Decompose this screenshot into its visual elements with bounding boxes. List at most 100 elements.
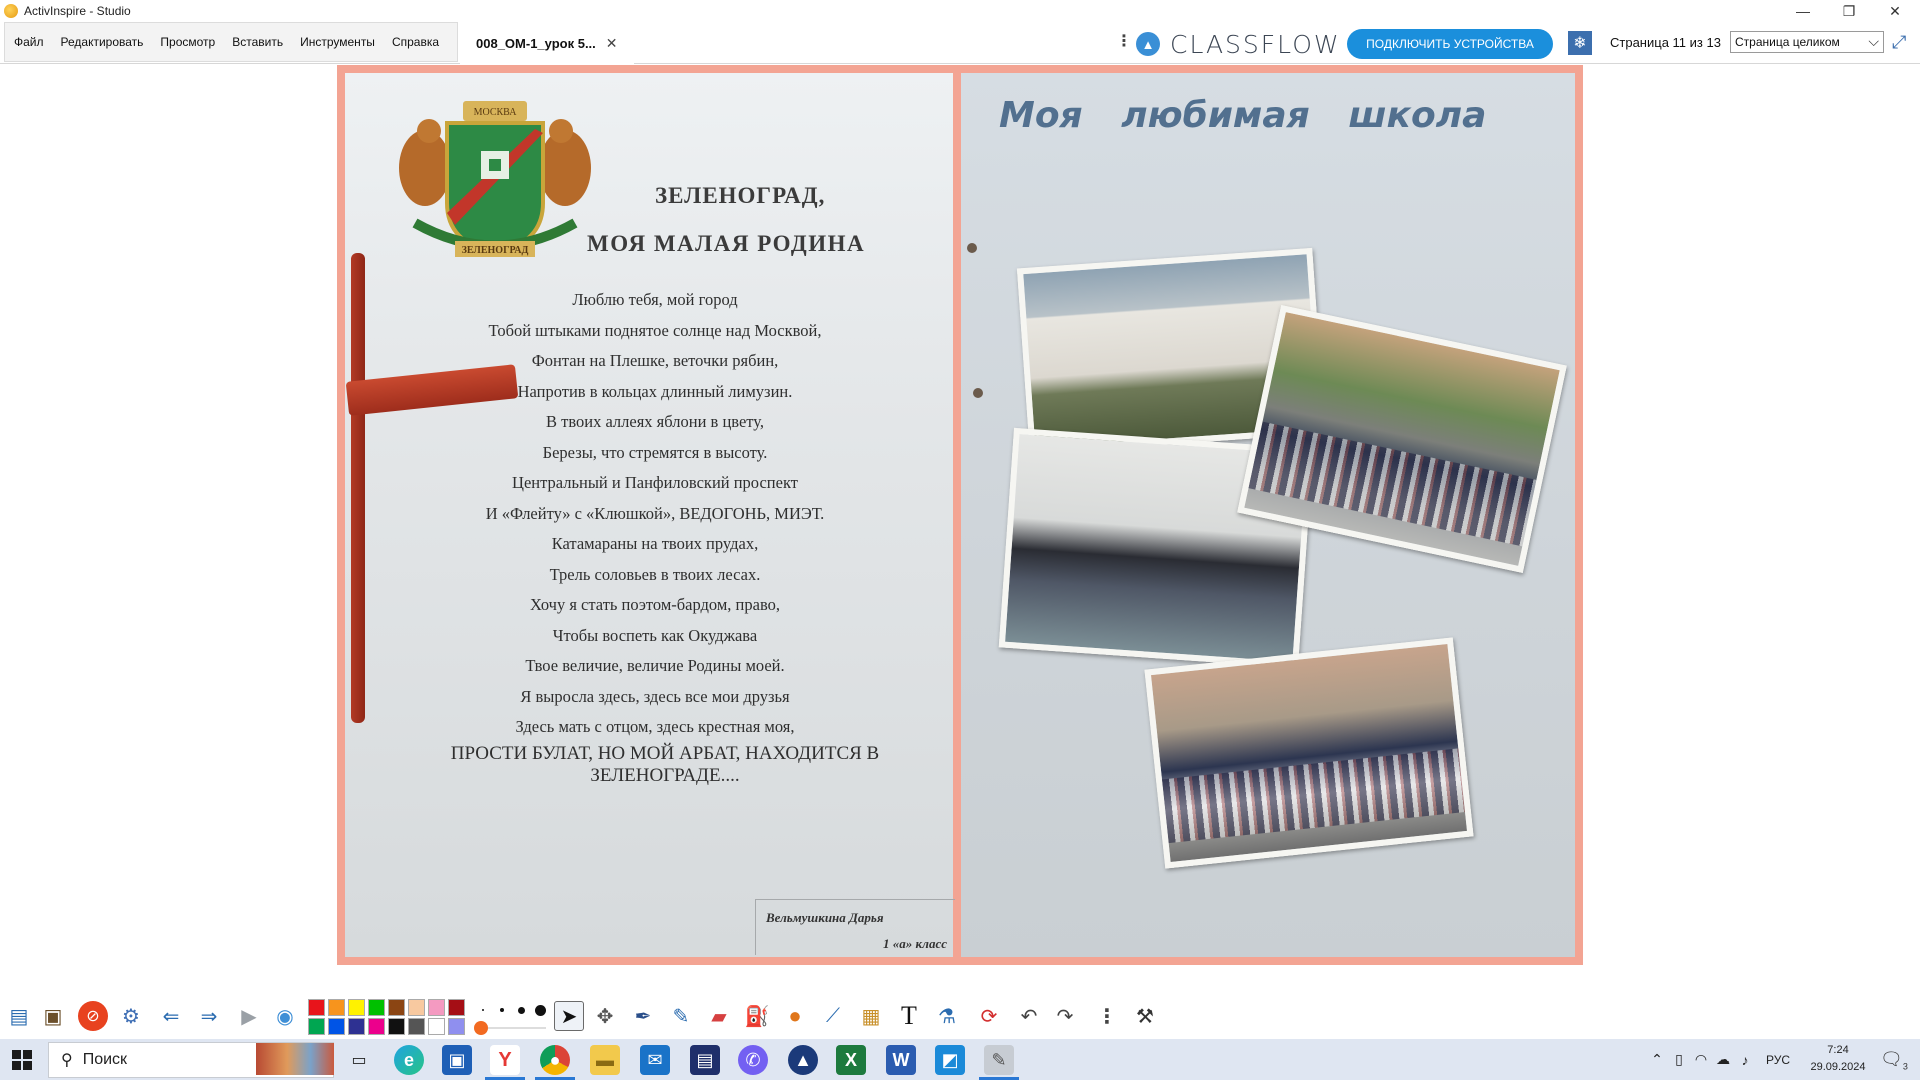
zoom-select[interactable]: Страница целиком ⌵ [1730,31,1884,53]
color-swatch[interactable] [368,999,385,1016]
browsers-icon[interactable]: ▣ [38,1001,68,1031]
device-icon[interactable]: ▯ [1668,1051,1690,1068]
reset-page-icon[interactable]: ⟳ [974,1001,1004,1031]
color-swatch[interactable] [448,999,465,1016]
restore-button[interactable]: ❐ [1826,0,1872,22]
search-highlight-image [256,1043,334,1075]
fill-icon[interactable]: ⛽ [742,1001,772,1031]
resource-library-icon[interactable]: ▦ [856,1001,886,1031]
connect-devices-button[interactable]: ПОДКЛЮЧИТЬ УСТРОЙСТВА [1347,29,1553,59]
color-swatch[interactable] [308,999,325,1016]
undo-icon[interactable]: ↶ [1014,1001,1044,1031]
color-swatch[interactable] [428,1018,445,1035]
menu-insert[interactable]: Вставить [223,22,291,62]
fullscreen-icon[interactable]: ⤢ [1892,32,1906,53]
activinspire-taskbar-icon[interactable]: ✎ [984,1045,1014,1075]
poem-line: Трель соловьев в твоих лесах. [549,564,761,584]
color-swatch[interactable] [328,1018,345,1035]
color-swatch[interactable] [308,1018,325,1035]
text-tool-icon[interactable]: T [894,1001,924,1031]
photos-app-icon[interactable]: ◩ [935,1045,965,1075]
snowflake-icon[interactable]: ❄ [1568,31,1592,55]
color-swatch[interactable] [428,999,445,1016]
task-view-icon[interactable]: ▭ [344,1045,374,1075]
viber-icon[interactable]: ✆ [738,1045,768,1075]
color-swatch[interactable] [408,1018,425,1035]
language-indicator[interactable]: РУС [1766,1053,1790,1067]
color-swatch[interactable] [388,1018,405,1035]
more-tools-icon[interactable]: ⋮ [1092,1001,1122,1031]
menu-tools[interactable]: Инструменты [291,22,383,62]
toolbox-settings-icon[interactable]: ⚒ [1130,1001,1160,1031]
more-options-icon[interactable]: ⋮ [1116,34,1132,50]
minimize-button[interactable]: — [1780,0,1826,22]
slide-bottom-margin [337,965,1583,995]
marquee-handles-icon[interactable]: ✥ [590,1001,620,1031]
connector-icon[interactable]: ⟋ [818,1001,848,1031]
close-tab-icon[interactable]: ✕ [606,35,618,52]
speaker-icon[interactable]: ♪ [1734,1052,1756,1068]
play-icon[interactable]: ▶ [234,1001,264,1031]
notifications-icon[interactable]: 🗨3 [1880,1049,1908,1072]
edge-browser-icon[interactable]: e [394,1045,424,1075]
color-swatch[interactable] [328,999,345,1016]
clear-icon[interactable]: ⚗ [932,1001,962,1031]
calendar-app-icon[interactable]: ▤ [690,1045,720,1075]
search-icon: ⚲ [61,1052,73,1069]
color-swatch[interactable] [448,1018,465,1035]
yandex-browser-icon[interactable]: Y [490,1045,520,1075]
microsoft-store-icon[interactable]: ▣ [442,1045,472,1075]
pen-width-option[interactable] [482,1009,484,1011]
excel-icon[interactable]: X [836,1045,866,1075]
highlighter-icon[interactable]: ✎ [666,1001,696,1031]
pen-icon[interactable]: ✒ [628,1001,658,1031]
chrome-icon[interactable]: ● [540,1045,570,1075]
color-swatch[interactable] [388,999,405,1016]
pen-width-option[interactable] [535,1005,546,1016]
classflow-rocket-icon[interactable]: ▲ [1136,32,1160,56]
desktop-annotate-icon[interactable]: ⚙ [116,1001,146,1031]
redo-icon[interactable]: ↷ [1050,1001,1080,1031]
poem-line: Здесь мать с отцом, здесь крестная моя, [515,717,795,736]
eraser-icon[interactable]: ▰ [704,1001,734,1031]
clock[interactable]: 7:24 29.09.2024 [1806,1042,1870,1076]
windows-start-icon[interactable] [12,1050,32,1070]
menu-help[interactable]: Справка [383,22,447,62]
color-swatch[interactable] [348,1018,365,1035]
previous-page-icon[interactable]: ⇐ [156,1001,186,1031]
pen-width-slider[interactable] [488,1027,546,1029]
select-cursor-icon[interactable]: ➤ [554,1001,584,1031]
globe-icon[interactable]: ◉ [270,1001,300,1031]
clock-time: 7:24 [1827,1044,1849,1056]
chevron-up-icon[interactable]: ⌃ [1646,1051,1668,1068]
menu-view[interactable]: Просмотр [151,22,223,62]
mail-icon[interactable]: ✉ [640,1045,670,1075]
menu-file[interactable]: Файл [5,22,52,62]
classflow-logo: CLASSFLOW [1170,30,1341,59]
word-icon[interactable]: W [886,1045,916,1075]
shape-icon[interactable]: ● [780,1001,810,1031]
pen-width-option[interactable] [500,1008,504,1012]
navigation-app-icon[interactable]: ▲ [788,1045,818,1075]
poem-line: Катамараны на твоих прудах, [551,534,759,553]
menu-edit[interactable]: Редактировать [52,22,152,62]
next-page-icon[interactable]: ⇒ [194,1001,224,1031]
cloud-icon[interactable]: ☁ [1712,1051,1734,1068]
close-window-button[interactable]: ✕ [1872,0,1918,22]
main-menu-icon[interactable]: ▤ [4,1001,34,1031]
poem-final-line: ПРОСТИ БУЛАТ, НО МОЙ АРБАТ, НАХОДИТСЯ В … [450,743,880,786]
color-swatch[interactable] [408,999,425,1016]
no-entry-icon[interactable]: ⊘ [78,1001,108,1031]
document-tab[interactable]: 008_ОМ-1_урок 5... ✕ [460,22,634,64]
poem-title-line-2: МОЯ МАЛАЯ РОДИНА [587,231,866,256]
color-swatch[interactable] [368,1018,385,1035]
page-indicator: Страница 11 из 13 [1610,35,1721,50]
color-swatch[interactable] [348,999,365,1016]
wifi-icon[interactable]: ◠ [1690,1051,1712,1068]
file-explorer-icon[interactable]: ▬ [590,1045,620,1075]
poem-line: Тобой штыками поднятое солнце над Москво… [488,320,822,340]
ribbon-decoration [351,253,365,723]
pen-width-slider-handle[interactable] [474,1021,488,1035]
flipchart-canvas[interactable]: МОСКВА ЗЕЛЕНОГРАД ЗЕЛЕНОГРАД, МОЯ МАЛАЯ … [0,65,1920,995]
pen-width-option[interactable] [518,1007,525,1014]
